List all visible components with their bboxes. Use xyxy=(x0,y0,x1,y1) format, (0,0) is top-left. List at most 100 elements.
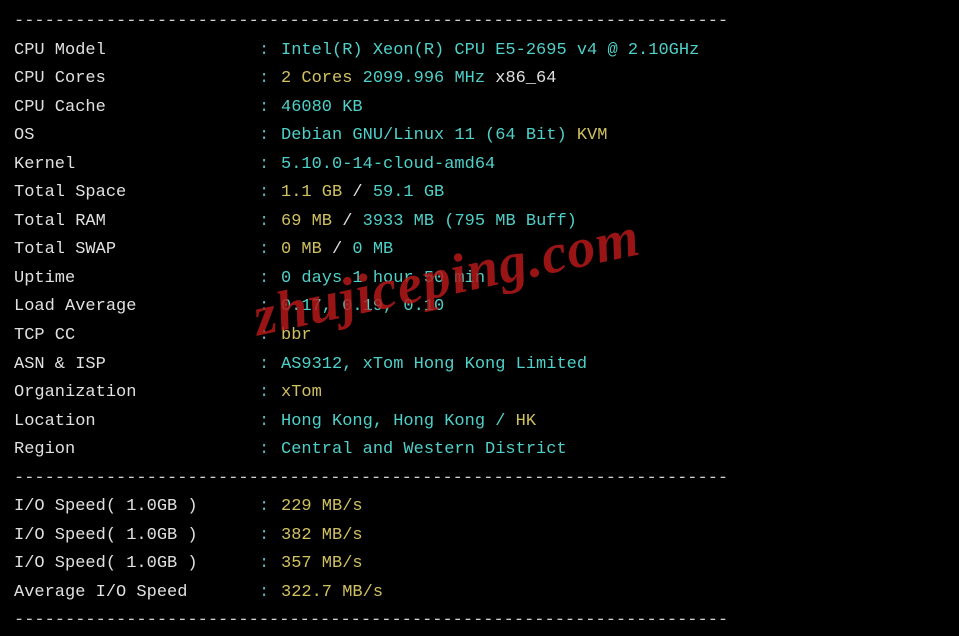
colon-separator: : xyxy=(259,122,281,151)
colon-separator: : xyxy=(259,322,281,351)
io-value: 229 MB/s xyxy=(281,493,363,522)
divider-top: ----------------------------------------… xyxy=(14,8,945,37)
info-label: TCP CC xyxy=(14,322,259,351)
info-value: Hong Kong, Hong Kong / HK xyxy=(281,408,536,437)
info-row: CPU Model: Intel(R) Xeon(R) CPU E5-2695 … xyxy=(14,37,945,66)
value-part: 0 days 1 hour 50 min xyxy=(281,269,485,288)
io-label: Average I/O Speed xyxy=(14,579,259,608)
value-part: 5.10.0-14-cloud-amd64 xyxy=(281,155,495,174)
info-value: 69 MB / 3933 MB (795 MB Buff) xyxy=(281,208,577,237)
colon-separator: : xyxy=(259,493,281,522)
colon-separator: : xyxy=(259,208,281,237)
colon-separator: : xyxy=(259,379,281,408)
info-label: CPU Cache xyxy=(14,94,259,123)
info-label: ASN & ISP xyxy=(14,351,259,380)
divider-bottom: ----------------------------------------… xyxy=(14,607,945,636)
info-row: Load Average: 0.17, 0.19, 0.10 xyxy=(14,293,945,322)
io-row: Average I/O Speed: 322.7 MB/s xyxy=(14,579,945,608)
value-part: AS9312, xTom Hong Kong Limited xyxy=(281,355,587,374)
io-speed-block: I/O Speed( 1.0GB ): 229 MB/sI/O Speed( 1… xyxy=(14,493,945,607)
info-value: Intel(R) Xeon(R) CPU E5-2695 v4 @ 2.10GH… xyxy=(281,37,699,66)
info-label: Kernel xyxy=(14,151,259,180)
info-label: Load Average xyxy=(14,293,259,322)
info-row: Organization: xTom xyxy=(14,379,945,408)
value-part: / xyxy=(332,240,352,259)
colon-separator: : xyxy=(259,579,281,608)
info-label: Total RAM xyxy=(14,208,259,237)
info-row: Location: Hong Kong, Hong Kong / HK xyxy=(14,408,945,437)
info-row: Region: Central and Western District xyxy=(14,436,945,465)
value-part: 2099.996 MHz xyxy=(363,69,496,88)
colon-separator: : xyxy=(259,522,281,551)
info-row: CPU Cache: 46080 KB xyxy=(14,94,945,123)
value-part: Debian GNU/Linux 11 (64 Bit) xyxy=(281,126,577,145)
info-value: bbr xyxy=(281,322,312,351)
io-row: I/O Speed( 1.0GB ): 382 MB/s xyxy=(14,522,945,551)
info-label: Total Space xyxy=(14,179,259,208)
io-label: I/O Speed( 1.0GB ) xyxy=(14,522,259,551)
io-value: 322.7 MB/s xyxy=(281,579,383,608)
info-row: TCP CC: bbr xyxy=(14,322,945,351)
value-part: HK xyxy=(516,412,536,431)
colon-separator: : xyxy=(259,293,281,322)
colon-separator: : xyxy=(259,65,281,94)
value-part: 1.1 GB xyxy=(281,183,352,202)
value-part: 69 MB xyxy=(281,212,342,231)
info-value: Central and Western District xyxy=(281,436,567,465)
io-row: I/O Speed( 1.0GB ): 357 MB/s xyxy=(14,550,945,579)
colon-separator: : xyxy=(259,436,281,465)
info-value: 0.17, 0.19, 0.10 xyxy=(281,293,444,322)
colon-separator: : xyxy=(259,408,281,437)
info-value: xTom xyxy=(281,379,322,408)
value-part: 0 MB xyxy=(352,240,393,259)
value-part: Hong Kong, Hong Kong / xyxy=(281,412,516,431)
info-value: 1.1 GB / 59.1 GB xyxy=(281,179,444,208)
info-row: Total RAM: 69 MB / 3933 MB (795 MB Buff) xyxy=(14,208,945,237)
info-value: 5.10.0-14-cloud-amd64 xyxy=(281,151,495,180)
system-info-block: CPU Model: Intel(R) Xeon(R) CPU E5-2695 … xyxy=(14,37,945,465)
info-label: Organization xyxy=(14,379,259,408)
divider-mid: ----------------------------------------… xyxy=(14,465,945,494)
colon-separator: : xyxy=(259,550,281,579)
colon-separator: : xyxy=(259,351,281,380)
value-part: 59.1 GB xyxy=(373,183,444,202)
info-label: OS xyxy=(14,122,259,151)
value-part: (795 MB Buff) xyxy=(444,212,577,231)
io-label: I/O Speed( 1.0GB ) xyxy=(14,550,259,579)
value-part: 3933 MB xyxy=(363,212,445,231)
info-row: CPU Cores: 2 Cores 2099.996 MHz x86_64 xyxy=(14,65,945,94)
colon-separator: : xyxy=(259,37,281,66)
value-part: 2 Cores xyxy=(281,69,363,88)
value-part: 0.17, 0.19, 0.10 xyxy=(281,297,444,316)
io-value: 382 MB/s xyxy=(281,522,363,551)
info-value: Debian GNU/Linux 11 (64 Bit) KVM xyxy=(281,122,607,151)
info-label: Location xyxy=(14,408,259,437)
colon-separator: : xyxy=(259,236,281,265)
info-value: 0 MB / 0 MB xyxy=(281,236,393,265)
colon-separator: : xyxy=(259,265,281,294)
info-label: Uptime xyxy=(14,265,259,294)
value-part: 46080 KB xyxy=(281,98,363,117)
info-label: CPU Model xyxy=(14,37,259,66)
info-row: OS: Debian GNU/Linux 11 (64 Bit) KVM xyxy=(14,122,945,151)
info-row: Total SWAP: 0 MB / 0 MB xyxy=(14,236,945,265)
info-row: Total Space: 1.1 GB / 59.1 GB xyxy=(14,179,945,208)
io-row: I/O Speed( 1.0GB ): 229 MB/s xyxy=(14,493,945,522)
info-value: 46080 KB xyxy=(281,94,363,123)
io-label: I/O Speed( 1.0GB ) xyxy=(14,493,259,522)
info-row: ASN & ISP: AS9312, xTom Hong Kong Limite… xyxy=(14,351,945,380)
value-part: KVM xyxy=(577,126,608,145)
colon-separator: : xyxy=(259,94,281,123)
colon-separator: : xyxy=(259,151,281,180)
value-part: xTom xyxy=(281,383,322,402)
value-part: 0 MB xyxy=(281,240,332,259)
value-part: / xyxy=(342,212,362,231)
info-label: CPU Cores xyxy=(14,65,259,94)
value-part: Central and Western District xyxy=(281,440,567,459)
info-label: Region xyxy=(14,436,259,465)
value-part: x86_64 xyxy=(495,69,556,88)
info-value: 2 Cores 2099.996 MHz x86_64 xyxy=(281,65,556,94)
info-row: Uptime: 0 days 1 hour 50 min xyxy=(14,265,945,294)
info-row: Kernel: 5.10.0-14-cloud-amd64 xyxy=(14,151,945,180)
info-value: AS9312, xTom Hong Kong Limited xyxy=(281,351,587,380)
